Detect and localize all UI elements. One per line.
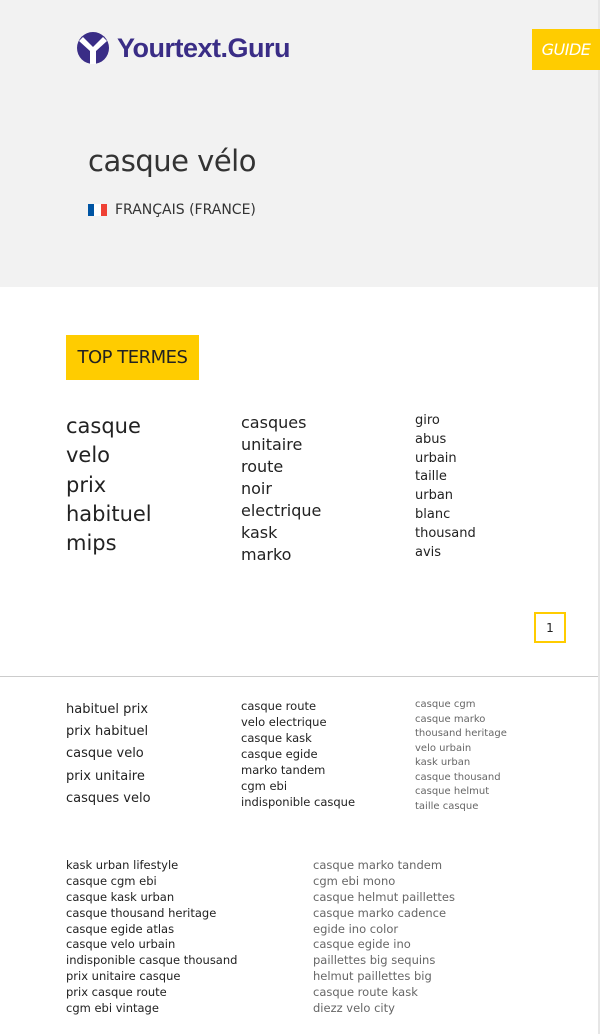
divider	[0, 676, 598, 677]
phrase: casque helmut	[415, 786, 490, 797]
phrase: habituel prix	[66, 702, 149, 717]
phrases-col1: habituel prix prix habituel casque velo pri…	[66, 699, 151, 810]
phrase: casque cgm	[415, 699, 476, 710]
phrase: diezz velo city	[313, 1001, 395, 1016]
phrase: cgm ebi vintage	[66, 1001, 159, 1016]
long-phrases-col2: casque marko tandem cgm ebi mono casque he…	[313, 857, 455, 1016]
term: taille	[415, 469, 447, 485]
phrase: marko tandem	[241, 763, 326, 777]
phrases-col2: casque route velo electrique casque kask ca…	[241, 698, 355, 810]
top-terms-heading: TOP TERMES	[66, 335, 199, 380]
phrase: cgm ebi	[241, 779, 288, 793]
term: casques	[241, 413, 307, 432]
logo[interactable]: Yourtext.Guru	[77, 32, 291, 64]
phrase: casque marko tandem	[313, 858, 443, 872]
top-terms-col3: giro abus urbain taille urban blanc thousand av…	[415, 411, 476, 561]
language-label: FRANÇAIS (FRANCE)	[115, 202, 256, 218]
logo-icon	[77, 32, 109, 64]
term: avis	[415, 544, 442, 560]
phrase: casque egide atlas	[66, 921, 175, 936]
long-phrases-col1: kask urban lifestyle casque cgm ebi casque…	[66, 857, 237, 1016]
term: habituel	[66, 501, 152, 526]
phrase: prix unitaire casque	[66, 969, 181, 984]
guide-button[interactable]: GUIDE	[532, 29, 600, 70]
term: route	[241, 457, 284, 476]
top-terms-col2: casques unitaire route noir electrique kask ma…	[241, 412, 321, 566]
phrase: casque velo	[66, 746, 144, 762]
term: urban	[415, 488, 454, 504]
phrase: casque route	[241, 699, 317, 713]
phrase: kask urban lifestyle	[66, 858, 179, 872]
term: thousand	[415, 525, 476, 541]
phrases-col3: casque cgm casque marko thousand heritage v…	[415, 698, 507, 814]
phrase: casque velo urbain	[66, 937, 176, 952]
france-flag-icon	[88, 204, 107, 216]
term: noir	[241, 479, 272, 498]
phrase: casque egide ino	[313, 937, 411, 952]
phrase: casque marko	[415, 713, 486, 725]
phrase: helmut paillettes big	[313, 969, 432, 984]
language-indicator: FRANÇAIS (FRANCE)	[88, 202, 256, 218]
term: kask	[241, 523, 278, 542]
phrase: indisponible casque thousand	[66, 953, 238, 968]
phrase: casque kask	[241, 731, 312, 745]
term: unitaire	[241, 435, 303, 454]
phrase: velo urbain	[415, 742, 472, 754]
phrase: casque marko cadence	[313, 905, 447, 920]
term: electrique	[241, 501, 322, 520]
phrase: casque egide	[241, 747, 318, 761]
term: abus	[415, 431, 447, 447]
term: casque	[66, 414, 141, 438]
page-number-button[interactable]: 1	[534, 612, 566, 643]
brand-name: Yourtext.Guru	[117, 32, 291, 63]
phrase: casque helmut paillettes	[313, 889, 455, 904]
phrase: taille casque	[415, 800, 479, 812]
phrase: thousand heritage	[415, 728, 507, 739]
term: giro	[415, 413, 440, 428]
phrase: kask urban	[415, 757, 471, 768]
phrase: casque route kask	[313, 985, 418, 1000]
phrase: casque thousand	[415, 771, 501, 783]
phrase: paillettes big sequins	[313, 953, 436, 968]
phrase: indisponible casque	[241, 795, 356, 809]
phrase: casque cgm ebi	[66, 873, 157, 888]
term: marko	[241, 545, 292, 564]
phrase: prix habituel	[66, 724, 149, 740]
term: prix	[66, 472, 107, 497]
phrase: casque kask urban	[66, 889, 175, 904]
top-terms-col1: casque velo prix habituel mips	[66, 412, 152, 558]
phrase: velo electrique	[241, 715, 327, 729]
term: blanc	[415, 506, 451, 522]
page-title: casque vélo	[88, 144, 256, 178]
phrase: prix casque route	[66, 985, 167, 1000]
phrase: egide ino color	[313, 921, 399, 936]
phrase: casques velo	[66, 790, 151, 806]
phrase: prix unitaire	[66, 768, 145, 784]
term: velo	[66, 443, 111, 468]
phrase: cgm ebi mono	[313, 873, 396, 888]
term: mips	[66, 531, 117, 556]
phrase: casque thousand heritage	[66, 905, 217, 920]
term: urbain	[415, 450, 457, 466]
